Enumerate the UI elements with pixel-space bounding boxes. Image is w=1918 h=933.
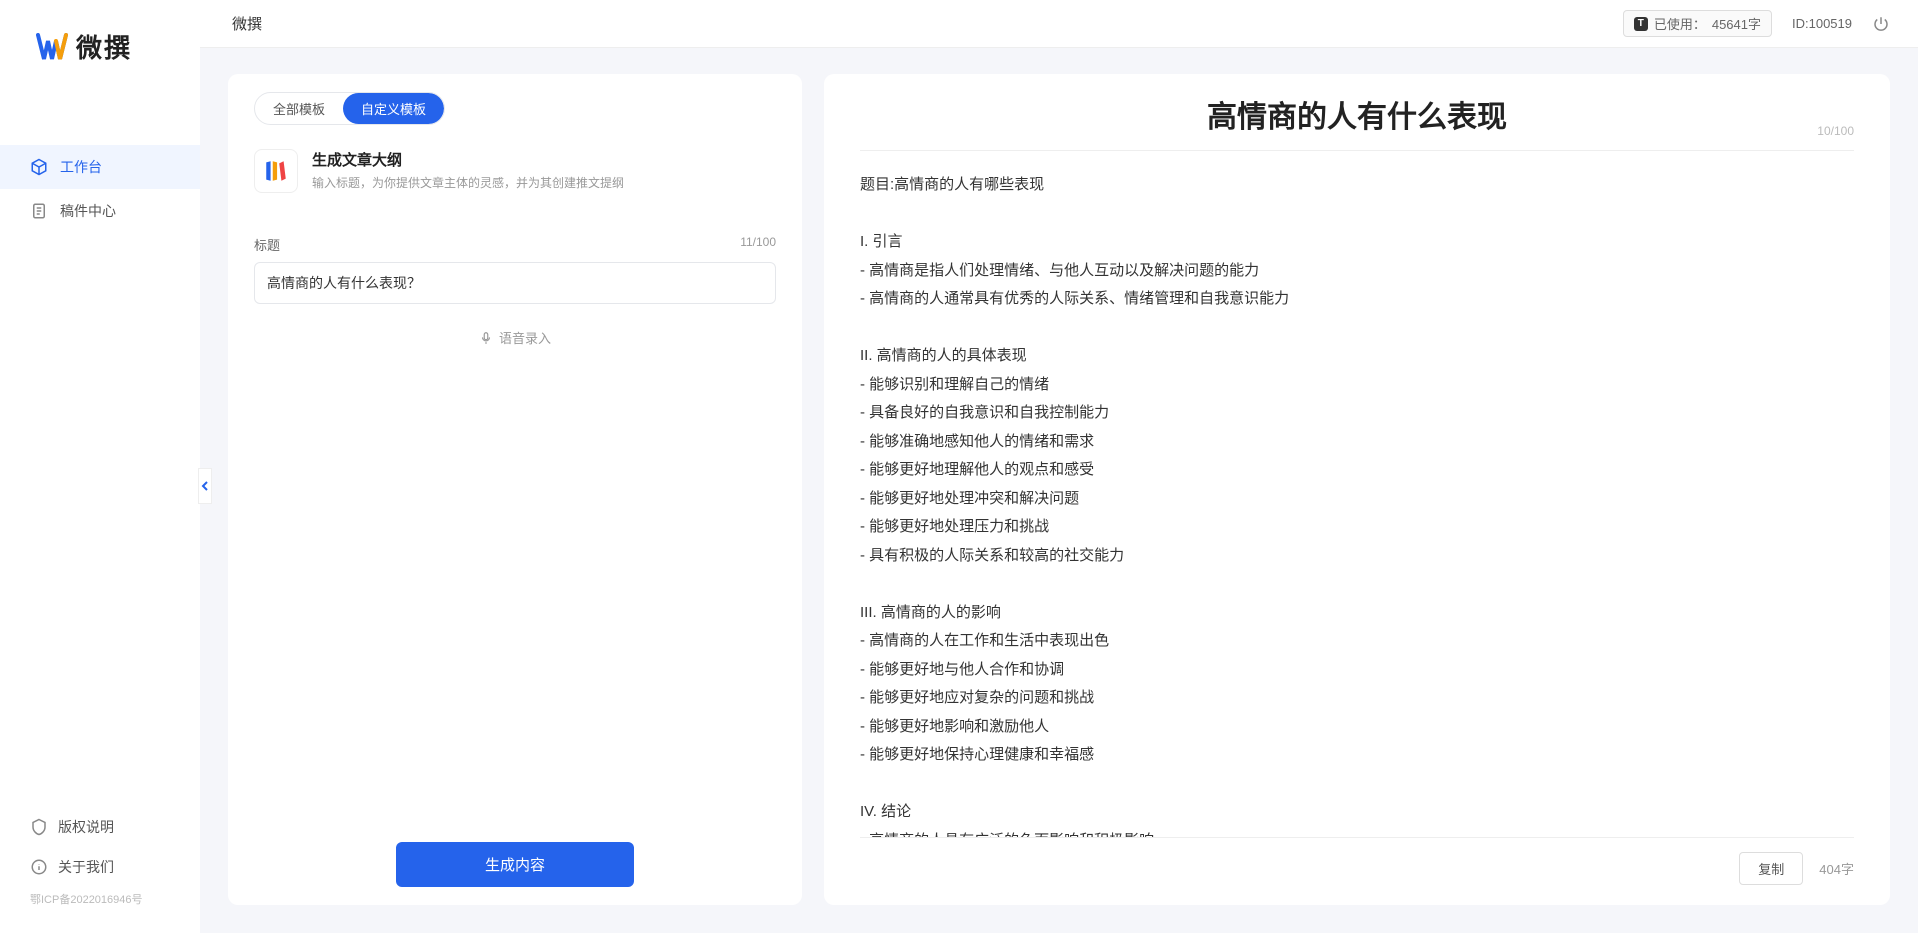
nav-item-label: 关于我们 (58, 857, 114, 877)
template-icon (254, 149, 298, 193)
output-title-count: 10/100 (1817, 124, 1854, 138)
sidebar-bottom: 版权说明 关于我们 鄂ICP备2022016946号 (0, 807, 200, 933)
voice-label: 语音录入 (499, 328, 551, 347)
usage-prefix: 已使用： (1654, 14, 1706, 33)
usage-value: 45641字 (1712, 14, 1761, 33)
nav-item-label: 稿件中心 (60, 201, 116, 221)
chevron-left-icon (201, 481, 209, 491)
nav-item-label: 版权说明 (58, 817, 114, 837)
copy-button[interactable]: 复制 (1739, 852, 1803, 885)
title-input[interactable] (254, 262, 776, 304)
title-field-wrap: 标题 11/100 (254, 235, 776, 304)
output-char-count: 404字 (1819, 859, 1854, 878)
power-button[interactable] (1872, 15, 1890, 33)
output-panel: 高情商的人有什么表现 10/100 题目:高情商的人有哪些表现 I. 引言 - … (824, 74, 1890, 905)
nav-item-label: 工作台 (60, 157, 102, 177)
voice-input-button[interactable]: 语音录入 (254, 328, 776, 347)
app-logo: 微撰 (0, 0, 200, 85)
topbar: 微撰 T 已使用： 45641字 ID:100519 (200, 0, 1918, 48)
nav-item-copyright[interactable]: 版权说明 (0, 807, 200, 847)
template-card: 生成文章大纲 输入标题，为你提供文章主体的灵感，并为其创建推文提纲 (254, 143, 776, 207)
tab-custom-templates[interactable]: 自定义模板 (343, 93, 444, 124)
usage-chip[interactable]: T 已使用： 45641字 (1623, 10, 1772, 37)
tab-all-templates[interactable]: 全部模板 (255, 93, 343, 124)
template-tabs: 全部模板 自定义模板 (254, 92, 445, 125)
content: 全部模板 自定义模板 生成文章大纲 输入标题，为你提供文章主体的灵感，并为其创建… (200, 48, 1918, 933)
document-icon (30, 202, 48, 220)
icp-text: 鄂ICP备2022016946号 (0, 887, 200, 913)
sidebar: 微撰 工作台 稿件中心 版权说明 (0, 0, 200, 933)
field-label: 标题 (254, 235, 280, 254)
sidebar-collapse-handle[interactable] (198, 468, 212, 504)
field-char-count: 11/100 (740, 235, 776, 254)
generate-button[interactable]: 生成内容 (396, 842, 634, 887)
logo-text: 微撰 (76, 28, 132, 65)
text-badge-icon: T (1634, 17, 1648, 31)
info-icon (30, 858, 48, 876)
main: 微撰 T 已使用： 45641字 ID:100519 全部模板 自定义模板 (200, 0, 1918, 933)
nav-item-workspace[interactable]: 工作台 (0, 145, 200, 189)
mic-icon (479, 331, 493, 345)
nav: 工作台 稿件中心 (0, 85, 200, 807)
user-id: ID:100519 (1792, 16, 1852, 31)
logo-icon (36, 33, 68, 61)
nav-item-drafts[interactable]: 稿件中心 (0, 189, 200, 233)
template-title: 生成文章大纲 (312, 149, 776, 170)
output-title: 高情商的人有什么表现 (1207, 92, 1507, 136)
books-icon (263, 158, 289, 184)
cube-icon (30, 158, 48, 176)
output-body[interactable]: 题目:高情商的人有哪些表现 I. 引言 - 高情商是指人们处理情绪、与他人互动以… (860, 151, 1854, 838)
power-icon (1872, 15, 1890, 33)
page-title: 微撰 (228, 13, 262, 34)
nav-item-about[interactable]: 关于我们 (0, 847, 200, 887)
shield-icon (30, 818, 48, 836)
template-desc: 输入标题，为你提供文章主体的灵感，并为其创建推文提纲 (312, 174, 776, 191)
input-panel: 全部模板 自定义模板 生成文章大纲 输入标题，为你提供文章主体的灵感，并为其创建… (228, 74, 802, 905)
